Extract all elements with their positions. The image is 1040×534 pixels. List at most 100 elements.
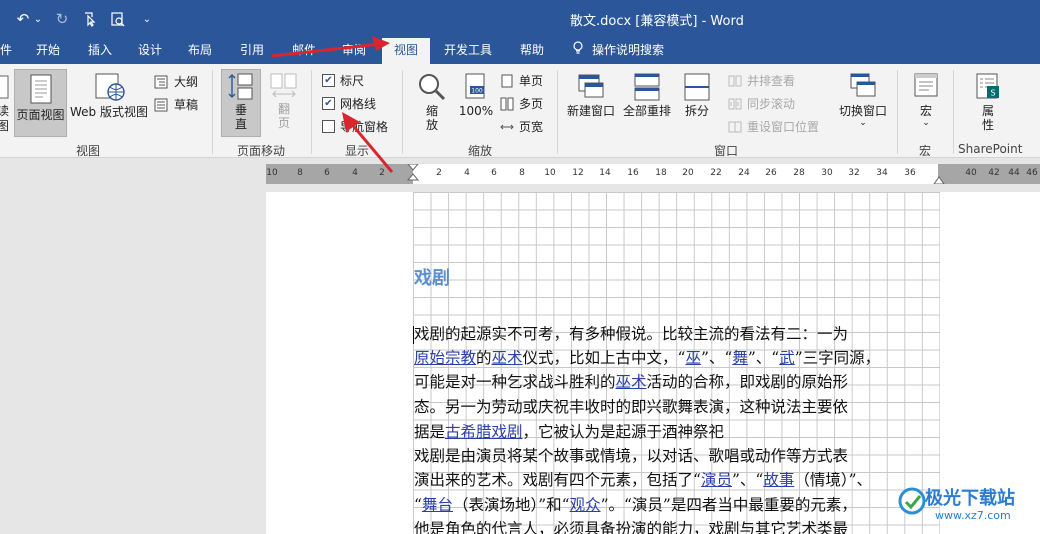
tab-insert[interactable]: 插入 <box>82 38 118 64</box>
draft-button[interactable]: 草稿 <box>154 96 198 113</box>
outline-button[interactable]: 大纲 <box>154 73 198 90</box>
arrange-all-button[interactable]: 全部重排 <box>620 72 674 119</box>
text-run: 据是 <box>414 423 446 441</box>
ruler-number: 40 <box>965 168 977 178</box>
ruler-number: 14 <box>599 168 611 178</box>
hyperlink[interactable]: 观众 <box>570 496 601 514</box>
split-button[interactable]: 拆分 <box>680 72 714 119</box>
divider <box>402 70 403 154</box>
touch-mode-icon[interactable] <box>80 9 100 29</box>
ruler-number: 16 <box>627 168 639 178</box>
reset-window-icon <box>728 121 742 132</box>
hyperlink[interactable]: 演员 <box>701 471 732 489</box>
properties-button[interactable]: S 属 性 <box>968 72 1008 132</box>
hyperlink[interactable]: 巫术 <box>492 349 523 367</box>
document-heading[interactable]: 戏剧 <box>414 264 450 290</box>
ribbon-view: 读 图 页面视图 Web 版式视图 大纲 草稿 视图 垂 直 翻 页 页面移动 … <box>0 64 1040 158</box>
ruler-number: 28 <box>793 168 805 178</box>
ruler-number: 26 <box>765 168 777 178</box>
switch-windows-button[interactable]: 切换窗口 ⌄ <box>836 72 890 128</box>
title-bar: ↶ ⌄ ↻ ⌄ 散文.docx [兼容模式] - Word <box>0 0 1040 38</box>
ruler-number: 36 <box>904 168 916 178</box>
new-window-button[interactable]: 新建窗口 <box>564 72 618 119</box>
tab-file[interactable]: 件 <box>0 38 18 64</box>
watermark-icon <box>898 487 926 515</box>
indent-marker-icon[interactable] <box>406 164 420 186</box>
web-layout-button[interactable]: Web 版式视图 <box>68 73 150 120</box>
ruler-number: 44 <box>1008 168 1020 178</box>
word-window: ↶ ⌄ ↻ ⌄ 散文.docx [兼容模式] - Word 件 开始 插入 设计… <box>0 0 1040 534</box>
side-to-side-button[interactable]: 翻 页 <box>266 72 302 130</box>
hyperlink[interactable]: 舞 <box>732 349 748 367</box>
tab-references[interactable]: 引用 <box>234 38 270 64</box>
ruler-number: 12 <box>572 168 584 178</box>
switch-dropdown-icon: ⌄ <box>859 118 867 128</box>
tab-home[interactable]: 开始 <box>30 38 66 64</box>
tab-design[interactable]: 设计 <box>132 38 168 64</box>
hyperlink[interactable]: 故事 <box>763 471 794 489</box>
text-run: 演出来的艺术。戏剧有四个元素，包括了“ <box>414 471 701 489</box>
undo-icon[interactable]: ↶ <box>12 9 34 29</box>
page-width-button[interactable]: 页宽 <box>500 118 543 135</box>
ruler-number: 42 <box>988 168 1000 178</box>
vertical-button[interactable]: 垂 直 <box>221 69 261 137</box>
ruler-check-icon: ✔ <box>322 74 335 87</box>
tell-me-search[interactable]: 操作说明搜索 <box>566 38 670 64</box>
multiple-pages-button[interactable]: 多页 <box>500 95 543 112</box>
document-line[interactable]: 原始宗教的巫术仪式，比如上古中文，“巫”、“舞”、“武”三字同源， <box>414 346 880 370</box>
document-line[interactable]: 态。另一为劳动或庆祝丰收时的即兴歌舞表演，这种说法主要依 <box>414 395 848 419</box>
side-by-side-icon <box>728 75 742 86</box>
read-mode-button[interactable]: 读 图 <box>0 74 12 134</box>
ruler-number: 10 <box>544 168 556 178</box>
tell-me-label: 操作说明搜索 <box>592 43 665 57</box>
zoom-100-button[interactable]: 100 100% <box>456 72 496 119</box>
one-page-label: 单页 <box>519 74 544 88</box>
ruler-checkbox[interactable]: ✔ 标尺 <box>322 72 364 89</box>
sync-scroll-button[interactable]: 同步滚动 <box>728 95 795 112</box>
ruler-number: 8 <box>297 168 303 178</box>
document-line[interactable]: 戏剧的起源实不可考，有多种假说。比较主流的看法有二：一为 <box>414 322 848 346</box>
ruler-number: 22 <box>710 168 722 178</box>
hyperlink[interactable]: 巫术 <box>616 373 647 391</box>
document-line[interactable]: 他是角色的代言人，必须具备扮演的能力，戏剧与其它艺术类最 <box>414 517 848 534</box>
customize-qat-icon[interactable]: ⌄ <box>140 9 154 29</box>
hyperlink[interactable]: 武 <box>779 349 795 367</box>
hyperlink[interactable]: 巫 <box>685 349 701 367</box>
undo-dropdown-icon[interactable]: ⌄ <box>32 9 44 29</box>
tab-layout[interactable]: 布局 <box>182 38 218 64</box>
one-page-icon <box>501 74 513 87</box>
reset-window-position-button[interactable]: 重设窗口位置 <box>728 118 819 135</box>
redo-icon[interactable]: ↻ <box>52 9 72 29</box>
print-layout-button[interactable]: 页面视图 <box>14 69 67 137</box>
multiple-pages-icon <box>500 97 514 110</box>
hyperlink[interactable]: 舞台 <box>422 496 453 514</box>
text-run: ，它被认为是起源于酒神祭祀 <box>522 423 725 441</box>
text-run: 活动的合称，即戏剧的原始形 <box>646 373 849 391</box>
text-run: 态。另一为劳动或庆祝丰收时的即兴歌舞表演，这种说法主要依 <box>414 398 849 416</box>
one-page-button[interactable]: 单页 <box>500 72 543 89</box>
document-line[interactable]: 据是古希腊戏剧，它被认为是起源于酒神祭祀 <box>414 420 724 444</box>
side-by-side-button[interactable]: 并排查看 <box>728 72 795 89</box>
hyperlink[interactable]: 原始宗教 <box>414 349 476 367</box>
ruler-number: 6 <box>491 168 497 178</box>
print-preview-icon[interactable] <box>108 9 128 29</box>
macros-button[interactable]: 宏 ⌄ <box>906 72 946 128</box>
text-run: ”、“ <box>701 349 733 367</box>
zoom-button[interactable]: 缩 放 <box>414 72 450 132</box>
multiple-pages-label: 多页 <box>519 97 544 111</box>
document-line[interactable]: “舞台（表演场地）”和“观众”。“演员”是四者当中最重要的元素， <box>414 493 857 517</box>
document-line[interactable]: 演出来的艺术。戏剧有四个元素，包括了“演员”、“故事（情境）”、 <box>414 468 872 492</box>
ruler-number: 24 <box>738 168 750 178</box>
window-group-label: 窗口 <box>714 144 739 158</box>
tab-help[interactable]: 帮助 <box>514 38 550 64</box>
hyperlink[interactable]: 古希腊戏剧 <box>445 423 523 441</box>
document-line[interactable]: 可能是对一种乞求战斗胜利的巫术活动的合称，即戏剧的原始形 <box>414 370 848 394</box>
tab-developer[interactable]: 开发工具 <box>438 38 498 64</box>
ruler-number: 34 <box>876 168 888 178</box>
svg-text:100: 100 <box>471 88 483 95</box>
right-indent-marker-icon[interactable] <box>932 172 946 184</box>
text-run: 可能是对一种乞求战斗胜利的 <box>414 373 616 391</box>
page-move-group-label: 页面移动 <box>237 144 286 158</box>
sharepoint-group-label: SharePoint <box>958 142 1023 156</box>
document-line[interactable]: 戏剧是由演员将某个故事或情境，以对话、歌唱或动作等方式表 <box>414 444 848 468</box>
